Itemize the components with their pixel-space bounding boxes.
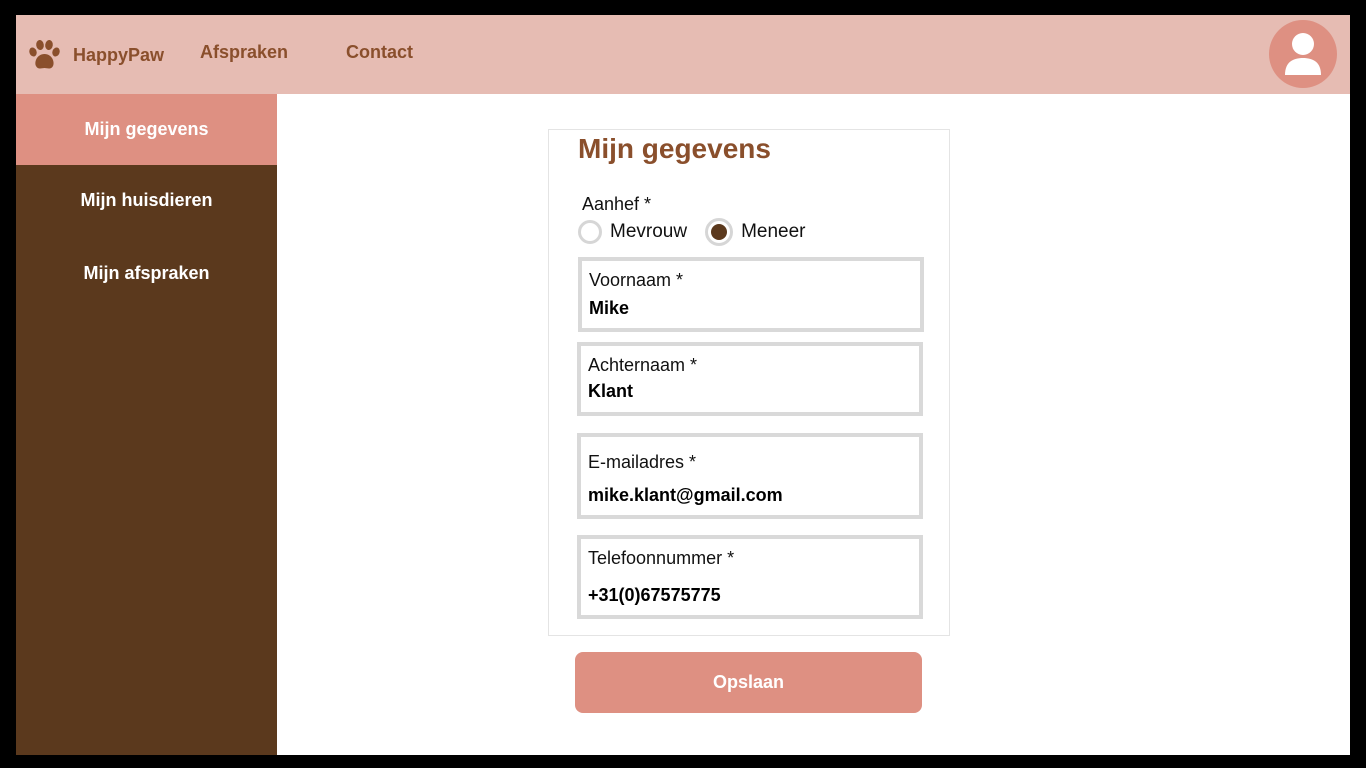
page-title: Mijn gegevens [578,133,771,164]
email-label: E-mailadres * [588,452,697,472]
telefoon-label: Telefoonnummer * [588,548,735,568]
paw-icon [29,40,60,69]
save-button[interactable]: Opslaan [575,652,922,713]
radio-mevrouw[interactable] [578,220,602,244]
sidebar: Mijn gegevens Mijn huisdieren Mijn afspr… [16,94,277,755]
top-navigation-bar: HappyPaw Afspraken Contact [16,15,1350,94]
achternaam-field[interactable]: Achternaam * Klant [577,342,923,416]
nav-link-contact[interactable]: Contact [346,42,413,63]
voornaam-label: Voornaam * [589,270,684,290]
sidebar-item-mijn-gegevens[interactable]: Mijn gegevens [16,94,277,165]
radio-meneer-label[interactable]: Meneer [741,221,805,243]
sidebar-item-mijn-afspraken[interactable]: Mijn afspraken [16,238,277,309]
logo[interactable]: HappyPaw [26,35,164,75]
voornaam-field[interactable]: Voornaam * Mike [578,257,924,332]
telefoon-value[interactable]: +31(0)67575775 [588,585,721,606]
user-icon [1285,33,1321,75]
email-field[interactable]: E-mailadres * mike.klant@gmail.com [577,433,923,519]
voornaam-value[interactable]: Mike [589,298,629,319]
email-value[interactable]: mike.klant@gmail.com [588,485,783,506]
radio-meneer[interactable] [705,218,734,246]
nav-link-afspraken[interactable]: Afspraken [200,42,288,63]
aanhef-label: Aanhef * [582,194,652,214]
avatar[interactable] [1269,20,1337,88]
sidebar-item-mijn-huisdieren[interactable]: Mijn huisdieren [16,165,277,236]
achternaam-label: Achternaam * [588,355,698,375]
profile-form-card: Mijn gegevens Aanhef * Mevrouw Meneer Vo… [548,129,950,636]
app-window: HappyPaw Afspraken Contact Mijn gegevens… [16,15,1350,755]
brand-name: HappyPaw [73,44,165,65]
telefoon-field[interactable]: Telefoonnummer * +31(0)67575775 [577,535,923,619]
aanhef-radio-group: Mevrouw Meneer [578,218,806,246]
radio-mevrouw-label[interactable]: Mevrouw [610,221,687,243]
achternaam-value[interactable]: Klant [588,381,633,402]
